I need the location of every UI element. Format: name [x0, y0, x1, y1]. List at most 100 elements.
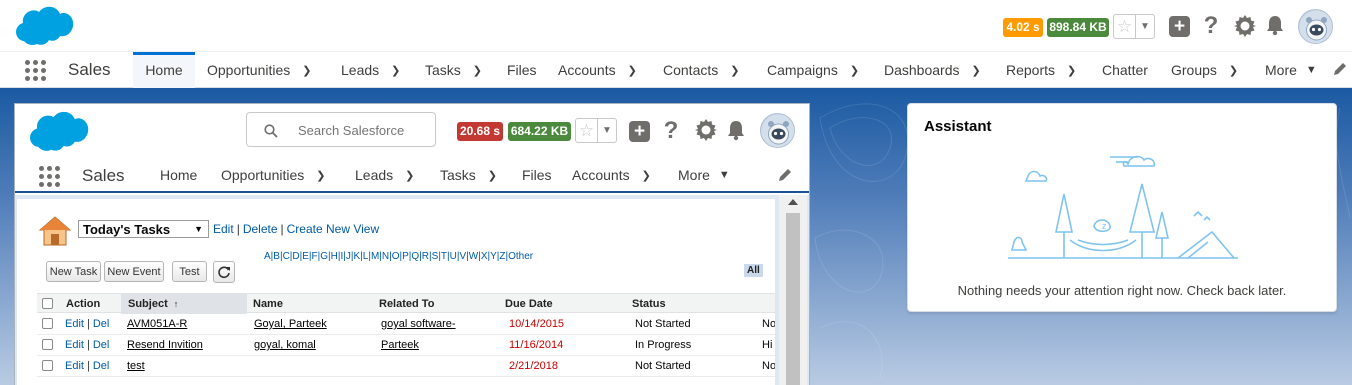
row-edit-link[interactable]: Edit — [65, 360, 84, 372]
tab-more[interactable]: More ▼ — [1265, 52, 1317, 88]
alphabet-filter-e[interactable]: E — [302, 251, 309, 262]
caret-down-icon[interactable]: ▼ — [1306, 64, 1317, 76]
app-launcher-icon[interactable] — [39, 166, 60, 187]
alphabet-filter-other[interactable]: Other — [508, 251, 533, 262]
caret-down-icon[interactable]: ▼ — [1136, 15, 1154, 38]
star-icon[interactable]: ☆ — [1114, 15, 1136, 38]
add-icon[interactable]: + — [1169, 16, 1190, 37]
chevron-down-icon[interactable]: ❯ — [730, 64, 739, 77]
favorites-button[interactable]: ☆ ▼ — [1113, 14, 1155, 39]
tab-home[interactable]: Home — [160, 157, 197, 193]
new-event-button[interactable]: New Event — [104, 261, 164, 282]
tab-accounts[interactable]: Accounts ❯ — [572, 157, 651, 193]
add-icon[interactable]: + — [629, 121, 650, 142]
row-subject-link[interactable]: test — [127, 360, 145, 372]
row-checkbox[interactable] — [42, 339, 53, 350]
row-name-link[interactable]: Goyal, Parteek — [254, 318, 327, 330]
row-checkbox[interactable] — [42, 360, 53, 371]
tab-files[interactable]: Files — [522, 157, 552, 193]
alphabet-all-selected[interactable]: All — [744, 264, 763, 277]
tab-reports[interactable]: Reports ❯ — [1006, 52, 1076, 88]
chevron-down-icon[interactable]: ❯ — [850, 64, 859, 77]
chevron-down-icon[interactable]: ❯ — [316, 169, 325, 182]
test-button[interactable]: Test — [172, 261, 207, 282]
user-avatar[interactable] — [760, 113, 795, 148]
alphabet-filter-c[interactable]: C — [283, 251, 290, 262]
gear-icon[interactable] — [694, 118, 718, 142]
chevron-down-icon[interactable]: ❯ — [628, 64, 637, 77]
tab-dashboards[interactable]: Dashboards ❯ — [884, 52, 981, 88]
favorites-button[interactable]: ☆ ▼ — [575, 118, 617, 143]
alphabet-filter-g[interactable]: G — [320, 251, 328, 262]
chevron-down-icon[interactable]: ❯ — [1067, 64, 1076, 77]
star-icon[interactable]: ☆ — [576, 119, 598, 142]
row-subject-link[interactable]: Resend Invition — [127, 339, 203, 351]
refresh-button[interactable] — [213, 261, 235, 283]
row-delete-link[interactable]: Del — [93, 339, 110, 351]
tab-opportunities[interactable]: Opportunities ❯ — [207, 52, 312, 88]
alphabet-filter-x[interactable]: X — [481, 251, 488, 262]
chevron-down-icon[interactable]: ❯ — [473, 64, 482, 77]
alphabet-filter-y[interactable]: Y — [490, 251, 497, 262]
edit-nav-pencil-icon[interactable] — [777, 167, 793, 183]
salesforce-logo-icon[interactable] — [29, 111, 89, 153]
row-delete-link[interactable]: Del — [93, 318, 110, 330]
chevron-down-icon[interactable]: ❯ — [405, 169, 414, 182]
tab-more[interactable]: More ▼ — [678, 157, 730, 193]
tab-opportunities[interactable]: Opportunities ❯ — [221, 157, 326, 193]
alphabet-filter-b[interactable]: B — [273, 251, 280, 262]
alphabet-filter-u[interactable]: U — [450, 251, 457, 262]
alphabet-filter-h[interactable]: H — [331, 251, 338, 262]
row-checkbox[interactable] — [42, 318, 53, 329]
tab-tasks[interactable]: Tasks ❯ — [425, 52, 482, 88]
alphabet-filter-d[interactable]: D — [292, 251, 299, 262]
row-related-link[interactable]: goyal software- — [381, 318, 456, 330]
row-edit-link[interactable]: Edit — [65, 339, 84, 351]
search-input[interactable] — [298, 121, 430, 139]
alphabet-filter-p[interactable]: P — [402, 251, 409, 262]
chevron-down-icon[interactable]: ❯ — [302, 64, 311, 77]
edit-nav-pencil-icon[interactable] — [1332, 61, 1348, 77]
vertical-scrollbar[interactable] — [779, 195, 807, 385]
column-status[interactable]: Status — [632, 294, 666, 314]
chevron-down-icon[interactable]: ❯ — [972, 64, 981, 77]
tab-leads[interactable]: Leads ❯ — [341, 52, 400, 88]
delete-view-link[interactable]: Delete — [243, 222, 278, 236]
tab-chatter[interactable]: Chatter — [1102, 52, 1148, 88]
bell-icon[interactable] — [1265, 14, 1285, 36]
tab-home[interactable]: Home — [133, 52, 195, 88]
chevron-down-icon[interactable]: ❯ — [1229, 64, 1238, 77]
column-name[interactable]: Name — [253, 294, 283, 314]
chevron-down-icon[interactable]: ❯ — [488, 169, 497, 182]
search-box[interactable] — [246, 112, 436, 147]
edit-view-link[interactable]: Edit — [213, 222, 234, 236]
caret-down-icon[interactable]: ▼ — [719, 169, 730, 181]
scroll-up-arrow-icon[interactable] — [788, 199, 798, 205]
column-subject[interactable]: Subject ↑ — [121, 294, 247, 314]
chevron-down-icon[interactable]: ❯ — [642, 169, 651, 182]
scrollbar-thumb[interactable] — [786, 213, 800, 385]
new-task-button[interactable]: New Task — [46, 261, 101, 282]
tab-groups[interactable]: Groups ❯ — [1171, 52, 1238, 88]
caret-down-icon[interactable]: ▼ — [598, 119, 616, 142]
user-avatar[interactable] — [1298, 9, 1333, 44]
row-edit-link[interactable]: Edit — [65, 318, 84, 330]
gear-icon[interactable] — [1233, 14, 1257, 38]
tab-files[interactable]: Files — [507, 52, 537, 88]
select-all-checkbox[interactable] — [42, 298, 53, 309]
view-select[interactable]: Today's Tasks ▼ — [78, 220, 209, 238]
app-launcher-icon[interactable] — [25, 60, 46, 81]
chevron-down-icon[interactable]: ❯ — [391, 64, 400, 77]
tab-tasks[interactable]: Tasks ❯ — [440, 157, 497, 193]
tab-leads[interactable]: Leads ❯ — [355, 157, 414, 193]
column-due-date[interactable]: Due Date — [505, 294, 553, 314]
row-delete-link[interactable]: Del — [93, 360, 110, 372]
tab-contacts[interactable]: Contacts ❯ — [663, 52, 739, 88]
alphabet-filter-w[interactable]: W — [469, 251, 478, 262]
row-name-link[interactable]: goyal, komal — [254, 339, 316, 351]
row-subject-link[interactable]: AVM051A-R — [127, 318, 187, 330]
bell-icon[interactable] — [726, 119, 746, 141]
help-icon[interactable]: ? — [660, 117, 682, 144]
alphabet-filter-r[interactable]: R — [422, 251, 429, 262]
alphabet-filter-o[interactable]: O — [392, 251, 400, 262]
